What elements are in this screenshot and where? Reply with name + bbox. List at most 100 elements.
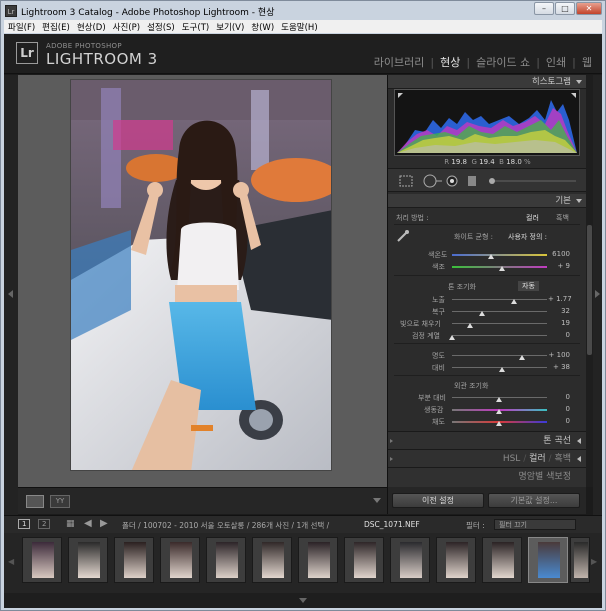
exposure-slider-track[interactable] <box>452 299 547 300</box>
blacks-value[interactable]: 0 <box>552 331 570 339</box>
loupe-view-button[interactable] <box>26 495 44 508</box>
clarity-slider-thumb[interactable] <box>496 397 502 402</box>
filmstrip-thumbnail[interactable] <box>436 537 476 583</box>
filmstrip-thumbnail[interactable] <box>68 537 108 583</box>
filmstrip-thumbnail[interactable] <box>114 537 154 583</box>
collapse-right-icon[interactable] <box>595 290 600 298</box>
screen-1-button[interactable]: 1 <box>18 519 31 529</box>
hsl-panel-header[interactable]: HSL / 컬러 / 흑백 <box>388 449 587 467</box>
saturation-slider-thumb[interactable] <box>496 421 502 426</box>
adjustment-brush-icon[interactable] <box>489 178 576 184</box>
brightness-slider-thumb[interactable] <box>519 355 525 360</box>
filmstrip-thumbnail-selected[interactable] <box>528 537 568 583</box>
color-tab[interactable]: 컬러 <box>529 454 546 464</box>
back-arrow-icon[interactable]: ◀ <box>84 518 92 529</box>
left-panel-edge[interactable] <box>4 75 18 515</box>
filmstrip-thumbnail[interactable] <box>206 537 246 583</box>
expand-icon[interactable] <box>577 438 581 444</box>
expand-left-icon[interactable] <box>8 290 13 298</box>
reset-button[interactable]: 기본값 설정... <box>488 493 580 508</box>
split-toning-panel-header[interactable]: 명암별 색보정 <box>388 467 587 487</box>
recovery-slider-thumb[interactable] <box>479 311 485 316</box>
filmstrip-thumbnail[interactable] <box>22 537 62 583</box>
module-web[interactable]: 웹 <box>582 54 592 70</box>
temp-slider-thumb[interactable] <box>488 254 494 259</box>
right-panel-scrollbar[interactable] <box>586 75 593 487</box>
collapse-icon[interactable] <box>576 199 582 203</box>
temp-value[interactable]: 6100 <box>552 250 570 258</box>
maximize-button[interactable]: □ <box>555 2 575 15</box>
forward-arrow-icon[interactable]: ▶ <box>100 518 108 529</box>
bw-tab[interactable]: 흑백 <box>554 454 571 464</box>
tint-value[interactable]: + 9 <box>552 262 570 270</box>
hsl-tab[interactable]: HSL <box>503 454 521 464</box>
clarity-value[interactable]: 0 <box>552 393 570 401</box>
graduated-filter-icon[interactable] <box>468 176 476 186</box>
menu-edit[interactable]: 편집(E) <box>42 21 70 33</box>
exposure-value[interactable]: + 1.77 <box>548 295 572 303</box>
recovery-value[interactable]: 32 <box>552 307 570 315</box>
scrollbar-thumb[interactable] <box>587 225 592 355</box>
menu-view[interactable]: 보기(V) <box>216 21 244 33</box>
module-slideshow[interactable]: 슬라이드 쇼 <box>476 54 530 70</box>
histogram-header[interactable]: 히스토그램 <box>388 75 587 89</box>
menu-help[interactable]: 도움말(H) <box>281 21 317 33</box>
tone-curve-panel-header[interactable]: 톤 곡선 <box>388 431 587 449</box>
collapse-icon[interactable] <box>576 80 582 84</box>
bottom-panel-edge[interactable] <box>4 593 602 608</box>
toolbar-menu-icon[interactable] <box>373 498 381 503</box>
filmstrip-thumbnail[interactable] <box>344 537 384 583</box>
vibrance-slider-thumb[interactable] <box>496 409 502 414</box>
vibrance-value[interactable]: 0 <box>552 405 570 413</box>
collapse-filmstrip-icon[interactable] <box>299 598 307 603</box>
menu-settings[interactable]: 설정(S) <box>147 21 175 33</box>
eyedropper-icon[interactable] <box>396 229 410 243</box>
brightness-value[interactable]: + 100 <box>548 351 570 359</box>
filmstrip-thumbnail[interactable] <box>298 537 338 583</box>
filmstrip-thumbnail[interactable] <box>160 537 200 583</box>
blacks-slider-track[interactable] <box>452 335 547 336</box>
wb-select[interactable]: 사용자 정의 : <box>508 232 547 242</box>
spot-removal-icon[interactable] <box>423 174 442 188</box>
treatment-color-button[interactable]: 컬러 <box>526 213 539 223</box>
filmstrip-right-icon[interactable]: ▶ <box>591 557 597 566</box>
grid-icon[interactable]: ▦ <box>66 519 75 529</box>
minimize-button[interactable]: – <box>534 2 554 15</box>
filmstrip-thumbnail[interactable] <box>570 537 590 583</box>
brightness-slider-track[interactable] <box>452 355 547 356</box>
contrast-slider-thumb[interactable] <box>499 367 505 372</box>
tint-slider-thumb[interactable] <box>499 266 505 271</box>
filmstrip-thumbnail[interactable] <box>390 537 430 583</box>
exposure-slider-thumb[interactable] <box>511 299 517 304</box>
close-button[interactable]: ✕ <box>576 2 602 15</box>
filmstrip-thumbnail[interactable] <box>482 537 522 583</box>
source-path[interactable]: 폴더 / 100702 - 2010 서울 오토살롱 / 286개 사진 / 1… <box>122 520 329 531</box>
filmstrip-thumbnail[interactable] <box>252 537 292 583</box>
menu-develop[interactable]: 현상(D) <box>77 21 106 33</box>
menu-photo[interactable]: 사진(P) <box>113 21 140 33</box>
previous-button[interactable]: 이전 설정 <box>392 493 484 508</box>
temp-slider-track[interactable] <box>452 254 547 256</box>
menu-window[interactable]: 창(W) <box>251 21 274 33</box>
fill-light-value[interactable]: 19 <box>552 319 570 327</box>
before-after-button[interactable]: YY <box>50 495 70 508</box>
contrast-value[interactable]: + 38 <box>548 363 570 371</box>
current-filename[interactable]: DSC_1071.NEF <box>364 520 420 529</box>
filmstrip-left-icon[interactable]: ◀ <box>8 557 14 566</box>
fill-light-slider-thumb[interactable] <box>467 323 473 328</box>
expand-icon[interactable] <box>577 456 581 462</box>
screen-2-button[interactable]: 2 <box>38 519 51 529</box>
crop-icon[interactable] <box>399 175 413 187</box>
filter-select[interactable]: 필터 끄기 <box>494 519 576 530</box>
module-library[interactable]: 라이브러리 <box>374 54 425 70</box>
saturation-value[interactable]: 0 <box>552 417 570 425</box>
right-panel-edge[interactable] <box>593 75 602 515</box>
module-develop[interactable]: 현상 <box>440 54 460 70</box>
red-eye-icon[interactable] <box>446 175 458 187</box>
recovery-slider-track[interactable] <box>452 311 547 312</box>
basic-panel-header[interactable]: 기본 <box>388 194 587 208</box>
menu-tools[interactable]: 도구(T) <box>182 21 209 33</box>
menu-file[interactable]: 파일(F) <box>8 21 35 33</box>
treatment-bw-button[interactable]: 흑백 <box>556 213 569 223</box>
auto-tone-button[interactable]: 자동 <box>518 281 539 291</box>
